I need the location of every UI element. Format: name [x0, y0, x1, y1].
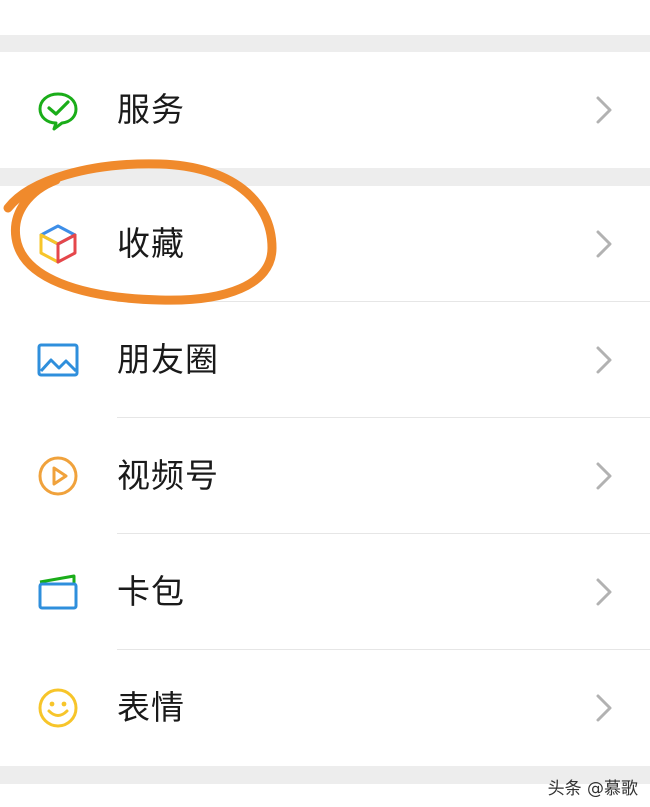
cube-icon [36, 222, 80, 266]
image-landscape-icon [36, 338, 80, 382]
menu-item-label: 卡包 [117, 572, 185, 611]
chevron-right-icon [594, 95, 614, 125]
menu-item-moments[interactable]: 朋友圈 [0, 302, 650, 418]
menu-item-label: 服务 [117, 90, 185, 129]
menu-item-label: 表情 [117, 688, 185, 727]
smiley-face-icon [36, 686, 80, 730]
menu-item-card-wallet[interactable]: 卡包 [0, 534, 650, 650]
chevron-right-icon [594, 345, 614, 375]
menu-item-channels[interactable]: 视频号 [0, 418, 650, 534]
top-section [0, 0, 650, 35]
menu-item-label: 朋友圈 [117, 340, 219, 379]
play-circle-icon [36, 454, 80, 498]
chevron-right-icon [594, 693, 614, 723]
menu-item-label: 视频号 [117, 456, 219, 495]
chevron-right-icon [594, 229, 614, 259]
chevron-right-icon [594, 461, 614, 491]
menu-item-favorites[interactable]: 收藏 [0, 186, 650, 302]
chevron-right-icon [594, 577, 614, 607]
wallet-card-icon [36, 570, 80, 614]
menu-item-services[interactable]: 服务 [0, 52, 650, 168]
watermark-text: 头条 @慕歌 [547, 779, 638, 799]
wechat-pay-check-icon [36, 88, 80, 132]
menu-item-stickers[interactable]: 表情 [0, 650, 650, 766]
menu-item-label: 收藏 [117, 224, 185, 263]
